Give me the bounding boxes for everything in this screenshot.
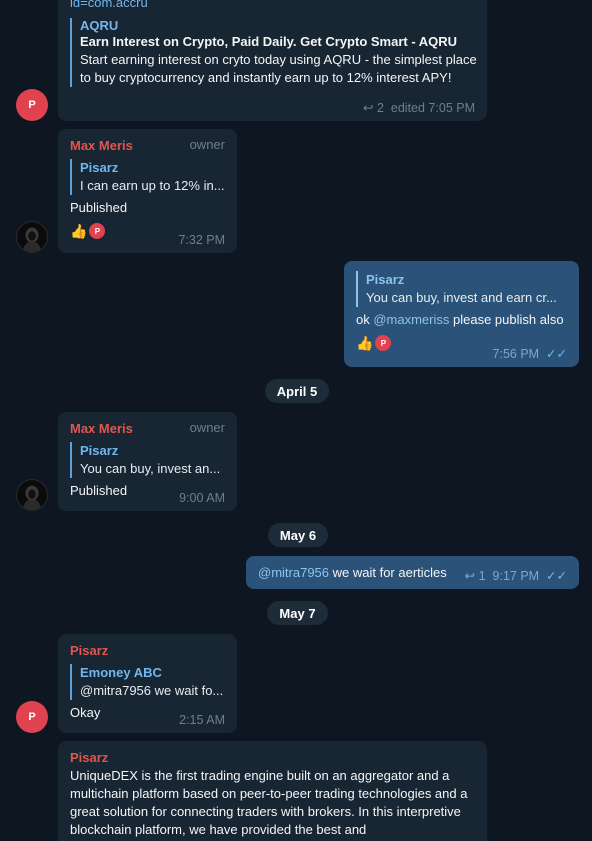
double-check-icon: ✓✓ xyxy=(546,347,567,361)
link-preview[interactable]: AQRU Earn Interest on Crypto, Paid Daily… xyxy=(70,18,477,87)
hooded-figure-icon xyxy=(22,227,42,252)
reply-arrow-icon[interactable]: ↩ xyxy=(363,101,373,115)
message-time: 7:56 PM xyxy=(492,347,540,361)
sender-role: owner xyxy=(189,137,225,152)
date-separator: April 5 xyxy=(265,379,329,403)
message-bubble-max-published-2[interactable]: Max Meris owner Pisarz You can buy, inve… xyxy=(58,412,237,511)
message-bubble-aqru-link[interactable]: id=com.accru AQRU Earn Interest on Crypt… xyxy=(58,0,487,121)
message-meta: ↩ 2 edited 7:05 PM xyxy=(363,100,475,115)
link-preview-title: Earn Interest on Crypto, Paid Daily. Get… xyxy=(80,34,458,49)
message-time: 2:15 AM xyxy=(179,713,225,727)
quote-author: Pisarz xyxy=(366,272,405,287)
message-text-end: please publish also xyxy=(449,312,564,327)
message-bubble-max-published-1[interactable]: Max Meris owner Pisarz I can earn up to … xyxy=(58,129,237,253)
avatar-letter: P xyxy=(28,711,36,723)
message-text-body: we wait for aerticles xyxy=(329,565,447,580)
quote-author: Emoney ABC xyxy=(80,665,162,680)
quote-author: Pisarz xyxy=(80,160,119,175)
reply-quote[interactable]: Emoney ABC @mitra7956 we wait fo... xyxy=(70,664,225,700)
message-time: 9:17 PM xyxy=(492,569,540,583)
sender-name[interactable]: Pisarz xyxy=(70,749,475,767)
hooded-figure-icon xyxy=(22,485,42,510)
avatar-pisarz[interactable]: P xyxy=(16,701,48,733)
reaction-avatar: P xyxy=(375,335,392,351)
quote-text: @mitra7956 we wait fo... xyxy=(80,683,224,698)
reply-quote[interactable]: Pisarz I can earn up to 12% in... xyxy=(70,159,225,195)
quote-text: You can buy, invest an... xyxy=(80,461,221,476)
quote-text: I can earn up to 12% in... xyxy=(80,178,225,193)
message-bubble-outgoing-articles[interactable]: @mitra7956 we wait for aerticles ↩ 1 9:1… xyxy=(246,556,579,589)
avatar-letter: P xyxy=(28,99,36,111)
message-link[interactable]: id=com.accru xyxy=(70,0,475,12)
quote-text: You can buy, invest and earn cr... xyxy=(366,290,557,305)
sender-role: owner xyxy=(189,420,225,435)
reply-arrow-icon[interactable]: ↩ xyxy=(465,569,475,583)
message-text: UniqueDEX is the first trading engine bu… xyxy=(70,768,468,837)
message-meta: 7:56 PM ✓✓ xyxy=(493,346,567,361)
reaction-avatar: P xyxy=(89,223,106,239)
thumbs-up-icon[interactable]: 👍 xyxy=(70,222,87,240)
message-bubble-outgoing-publish[interactable]: Pisarz You can buy, invest and earn cr..… xyxy=(344,261,579,367)
reply-count[interactable]: 2 xyxy=(377,101,384,115)
message-time: 9:00 AM xyxy=(179,491,225,505)
mention-link[interactable]: @mitra7956 xyxy=(258,565,329,580)
message-text-start: ok xyxy=(356,312,374,327)
mention-link[interactable]: @maxmeriss xyxy=(373,312,449,327)
message-time: edited 7:05 PM xyxy=(390,101,475,115)
message-bubble-pisarz-okay[interactable]: Pisarz Emoney ABC @mitra7956 we wait fo.… xyxy=(58,634,237,733)
link-preview-site: AQRU xyxy=(80,18,119,33)
thumbs-up-icon[interactable]: 👍 xyxy=(356,334,373,352)
message-time: 7:32 PM xyxy=(178,233,225,247)
quote-author: Pisarz xyxy=(80,443,119,458)
avatar-max-meris[interactable] xyxy=(16,221,48,253)
reply-quote[interactable]: Pisarz You can buy, invest an... xyxy=(70,442,225,478)
message-bubble-pisarz-uniquedex[interactable]: Pisarz UniqueDEX is the first trading en… xyxy=(58,741,487,841)
date-separator: May 6 xyxy=(268,523,328,547)
message-text: ok @maxmeriss please publish also xyxy=(356,311,567,329)
date-separator: May 7 xyxy=(267,601,328,625)
double-check-icon: ✓✓ xyxy=(546,569,567,583)
message-meta: ↩ 1 9:17 PM ✓✓ xyxy=(465,568,567,583)
sender-name[interactable]: Pisarz xyxy=(70,642,225,660)
message-text: Published xyxy=(70,200,128,215)
avatar-pisarz[interactable]: P xyxy=(16,89,48,121)
avatar-max-meris[interactable] xyxy=(16,479,48,511)
link-preview-description: Start earning interest on cryto today us… xyxy=(80,52,477,85)
reply-quote[interactable]: Pisarz You can buy, invest and earn cr..… xyxy=(356,271,567,307)
reply-count[interactable]: 1 xyxy=(479,569,486,583)
